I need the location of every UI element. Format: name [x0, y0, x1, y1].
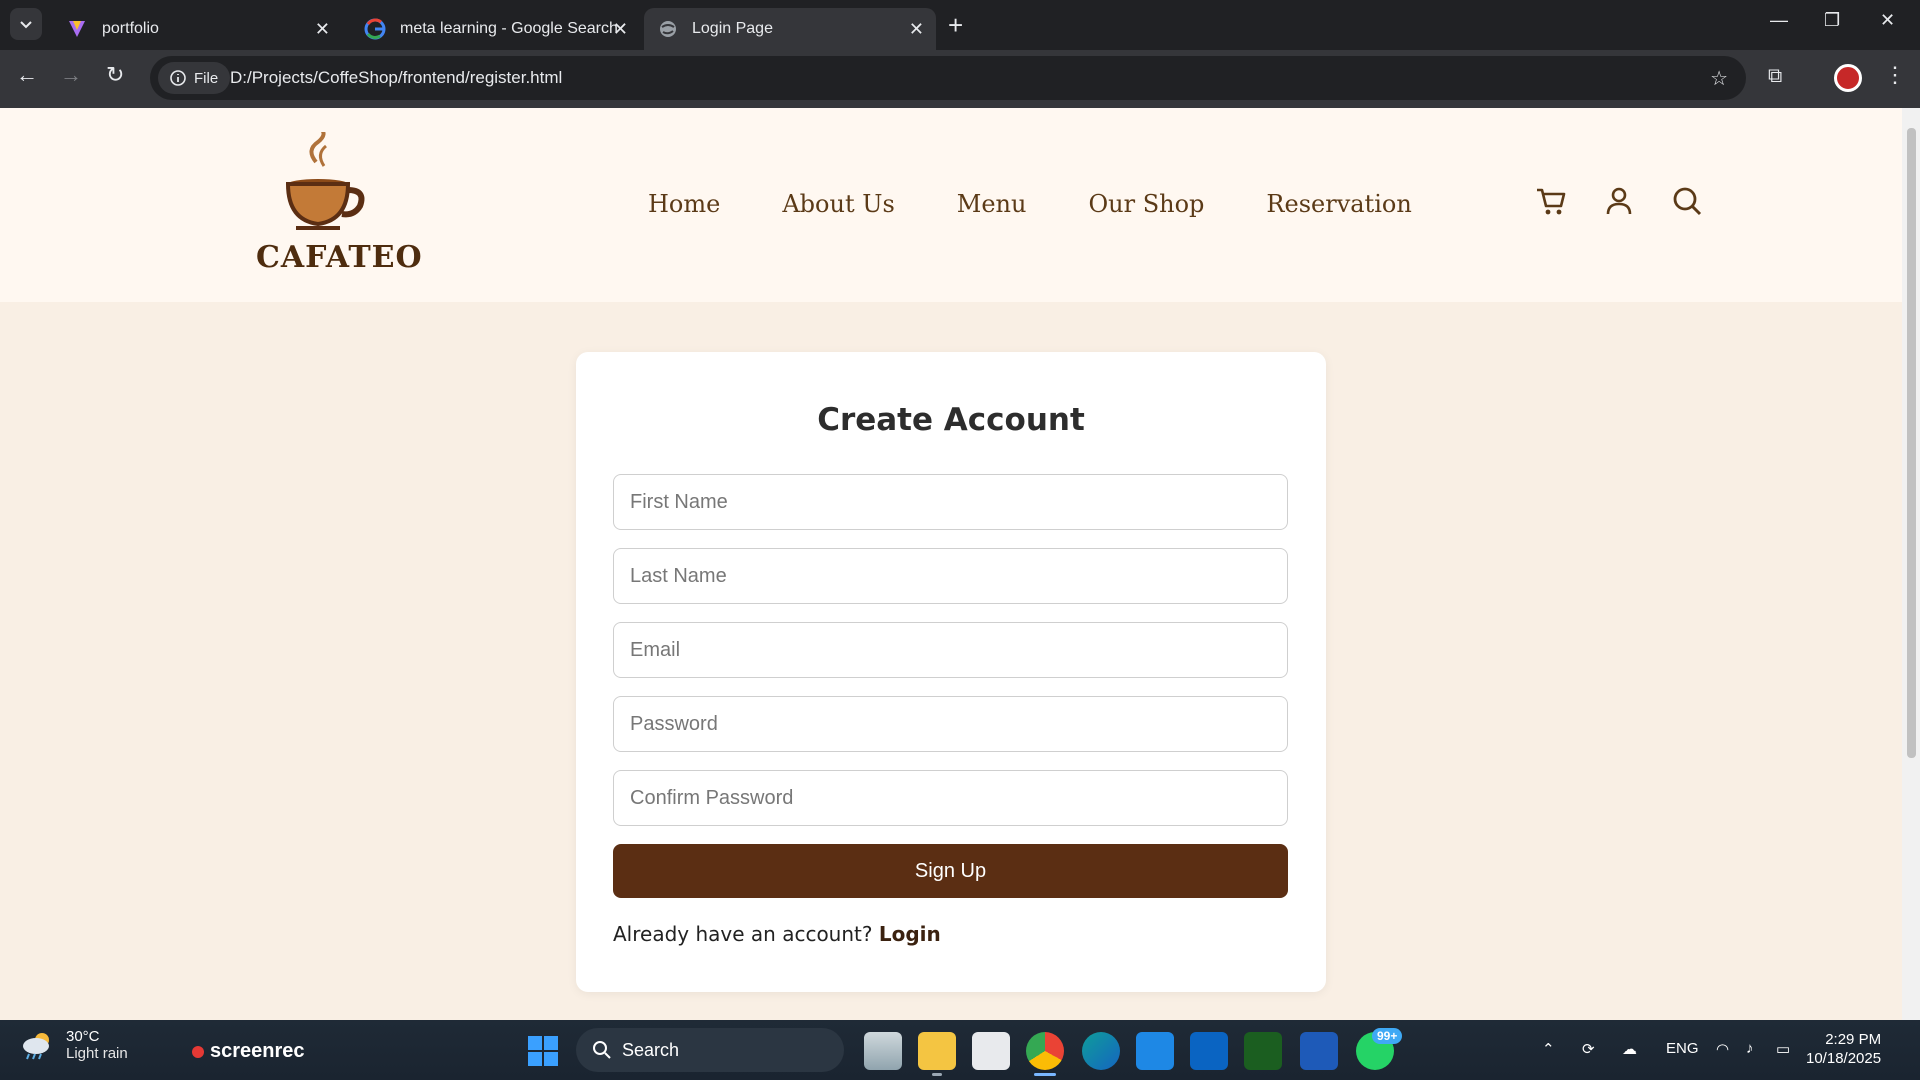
profile-avatar[interactable]	[1834, 64, 1862, 92]
taskbar-search[interactable]: Search	[576, 1028, 844, 1072]
login-link[interactable]: Login	[879, 922, 941, 946]
chevron-down-icon	[20, 21, 32, 29]
notification-badge: 99+	[1372, 1028, 1403, 1044]
url-text[interactable]: D:/Projects/CoffeShop/frontend/register.…	[230, 68, 562, 88]
search-icon[interactable]	[1670, 184, 1704, 218]
vscode-icon[interactable]	[1136, 1032, 1174, 1070]
show-hidden-icons-icon[interactable]: ⌃	[1542, 1040, 1555, 1058]
page-scrollbar[interactable]	[1902, 108, 1920, 1020]
clock-date: 10/18/2025	[1806, 1050, 1882, 1067]
nav-our-shop[interactable]: Our Shop	[1088, 190, 1204, 218]
screenrec-widget[interactable]: screenrec	[192, 1040, 305, 1063]
coffee-cup-logo-icon	[285, 126, 365, 230]
file-explorer-icon[interactable]	[918, 1032, 956, 1070]
web-page: CAFATEO Home About Us Menu Our Shop Rese…	[0, 108, 1902, 1020]
task-view-icon[interactable]	[864, 1032, 902, 1070]
windows-start-icon[interactable]	[528, 1036, 558, 1066]
register-form-card: Create Account Sign Up Already have an a…	[576, 352, 1326, 992]
extensions-icon[interactable]: ⧉	[1768, 65, 1782, 88]
tab-google-search[interactable]: meta learning - Google Search ✕	[350, 8, 640, 50]
rain-cloud-icon	[23, 1033, 49, 1060]
portfolio-favicon-icon	[69, 21, 85, 37]
weather-description: Light rain	[66, 1045, 128, 1062]
login-prompt: Already have an account? Login	[613, 922, 941, 946]
back-icon[interactable]: ←	[16, 62, 38, 88]
globe-icon	[660, 21, 676, 37]
login-prompt-text: Already have an account?	[613, 922, 873, 946]
tab-title: portfolio	[102, 20, 159, 37]
address-bar[interactable]: File D:/Projects/CoffeShop/frontend/regi…	[150, 56, 1746, 100]
chrome-icon[interactable]	[1026, 1032, 1064, 1070]
form-title: Create Account	[817, 402, 1085, 438]
window-close-icon[interactable]: ✕	[1880, 10, 1895, 31]
bookmark-star-icon[interactable]: ☆	[1710, 66, 1728, 91]
browser-menu-icon[interactable]: ⋮	[1884, 62, 1906, 88]
site-info-chip[interactable]: File	[158, 62, 231, 94]
taskbar-search-label: Search	[622, 1039, 680, 1060]
app-active-indicator	[1034, 1073, 1056, 1076]
close-icon[interactable]: ✕	[315, 19, 330, 40]
tab-portfolio[interactable]: portfolio ✕	[52, 8, 342, 50]
sync-icon[interactable]: ⟳	[1582, 1040, 1595, 1058]
search-icon	[593, 1041, 611, 1059]
microsoft-store-icon[interactable]	[972, 1032, 1010, 1070]
tab-title: Login Page	[692, 20, 773, 37]
scrollbar-thumb[interactable]	[1907, 128, 1916, 758]
confirm-password-input[interactable]	[613, 770, 1288, 826]
brand-name: CAFATEO	[256, 240, 423, 275]
language-indicator[interactable]: ENG	[1666, 1040, 1699, 1057]
browser-tab-strip: portfolio ✕ meta learning - Google Searc…	[0, 0, 1920, 50]
word-icon[interactable]	[1300, 1032, 1338, 1070]
clock-time: 2:29 PM	[1825, 1031, 1882, 1048]
sign-up-button[interactable]: Sign Up	[613, 844, 1288, 898]
last-name-input[interactable]	[613, 548, 1288, 604]
site-header: CAFATEO Home About Us Menu Our Shop Rese…	[0, 108, 1902, 302]
reload-icon[interactable]: ↻	[106, 62, 124, 88]
nav-menu[interactable]: Menu	[957, 190, 1027, 218]
browser-toolbar: ← → ↻ File D:/Projects/CoffeShop/fronten…	[0, 50, 1920, 108]
cart-icon[interactable]	[1534, 184, 1568, 218]
nav-about-us[interactable]: About Us	[782, 190, 894, 218]
first-name-input[interactable]	[613, 474, 1288, 530]
forward-icon[interactable]: →	[60, 62, 82, 88]
record-icon	[192, 1045, 204, 1058]
weather-widget[interactable]: 30°C Light rain	[20, 1028, 128, 1062]
nav-home[interactable]: Home	[648, 190, 720, 218]
password-input[interactable]	[613, 696, 1288, 752]
close-icon[interactable]: ✕	[613, 19, 628, 40]
minimize-icon[interactable]: —	[1770, 10, 1788, 31]
info-icon	[170, 70, 186, 86]
brand-logo[interactable]: CAFATEO	[256, 126, 423, 275]
file-label: File	[194, 69, 219, 87]
screenrec-label: screenrec	[210, 1040, 305, 1062]
main-nav: Home About Us Menu Our Shop Reservation	[648, 190, 1412, 218]
tab-title: meta learning - Google Search	[400, 20, 618, 37]
restore-icon[interactable]: ❐	[1824, 10, 1840, 31]
app-running-indicator	[932, 1073, 942, 1076]
email-input[interactable]	[613, 622, 1288, 678]
cloud-offline-icon[interactable]: ☁	[1622, 1040, 1637, 1058]
windows-taskbar: 30°C Light rain screenrec Search 99+ ⌃ ⟳…	[0, 1020, 1920, 1080]
weather-temperature: 30°C	[66, 1028, 100, 1045]
wifi-icon[interactable]: ◠	[1716, 1040, 1729, 1058]
close-icon[interactable]: ✕	[909, 19, 924, 40]
user-icon[interactable]	[1602, 184, 1636, 218]
system-clock[interactable]: 2:29 PM 10/18/2025	[1806, 1030, 1881, 1068]
new-tab-icon[interactable]: +	[948, 10, 963, 41]
battery-icon[interactable]: ▭	[1776, 1040, 1790, 1058]
tab-search-dropdown[interactable]	[10, 8, 42, 40]
volume-icon[interactable]: ♪	[1746, 1040, 1754, 1057]
outlook-icon[interactable]	[1190, 1032, 1228, 1070]
nav-reservation[interactable]: Reservation	[1266, 190, 1411, 218]
tab-login-page[interactable]: Login Page ✕	[644, 8, 936, 50]
google-icon	[364, 18, 386, 40]
clion-icon[interactable]	[1244, 1032, 1282, 1070]
edge-icon[interactable]	[1082, 1032, 1120, 1070]
